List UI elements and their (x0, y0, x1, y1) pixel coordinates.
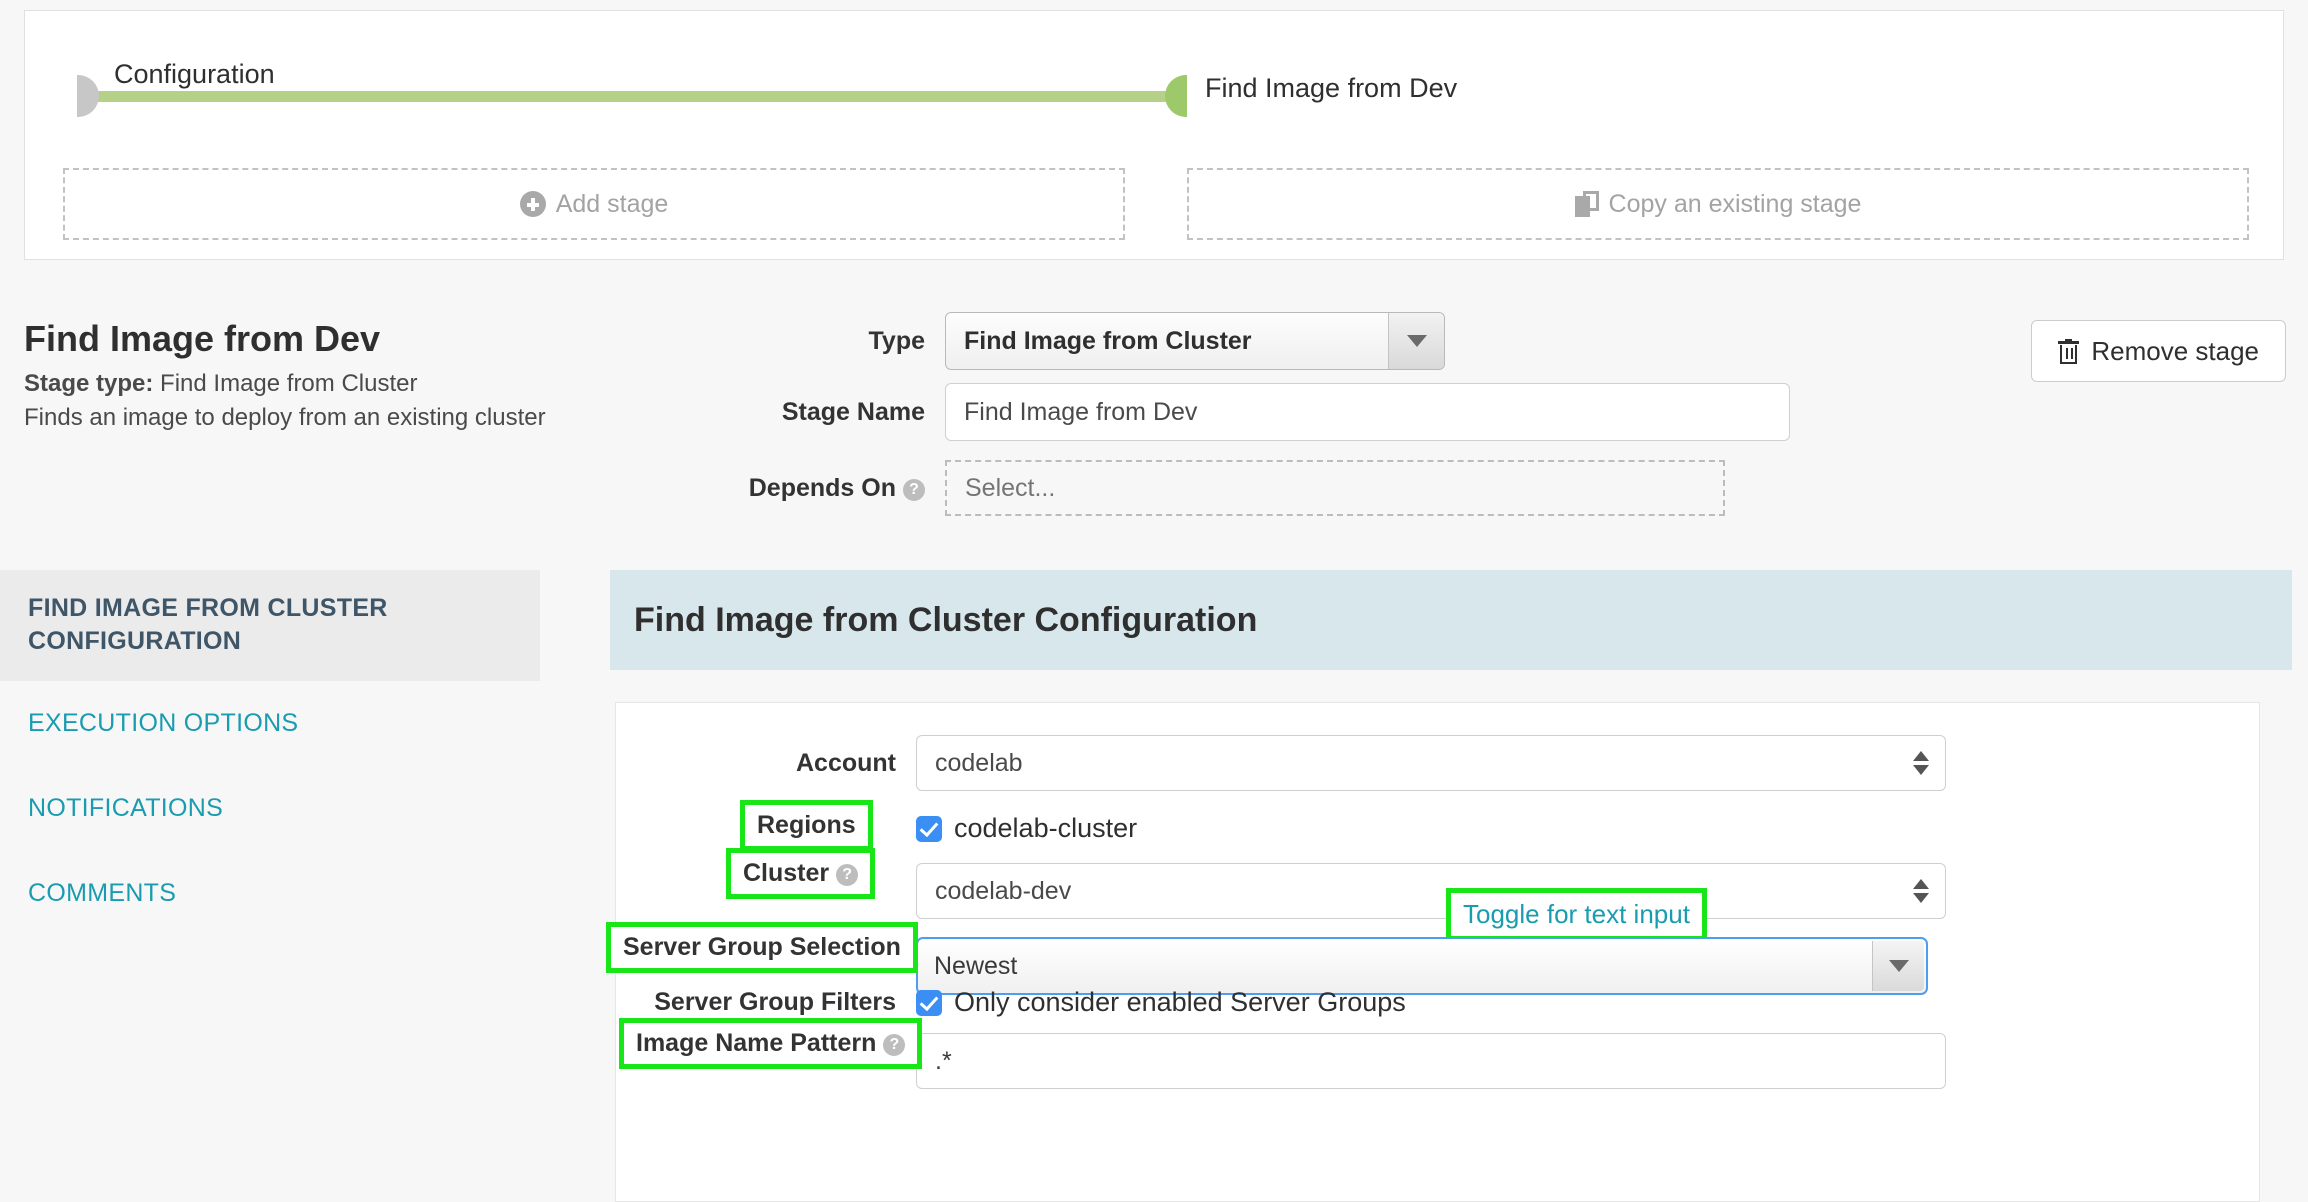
account-label: Account (796, 748, 896, 777)
image-name-pattern-input[interactable] (916, 1033, 1946, 1089)
image-name-pattern-label: Image Name Pattern (636, 1029, 877, 1057)
stage-connector-line (87, 91, 1177, 102)
pipeline-node-find-image-from-dev[interactable] (1165, 75, 1187, 117)
pipeline-node-configuration[interactable] (77, 75, 99, 117)
type-field-row: Type Find Image from Cluster (615, 312, 1445, 370)
add-stage-label: Add stage (555, 189, 669, 218)
stage-actions: Add stage Copy an existing stage (63, 168, 2249, 240)
sidebar-item-label: NOTIFICATIONS (28, 793, 224, 822)
copy-existing-stage-button[interactable]: Copy an existing stage (1187, 168, 2249, 240)
chevron-down-icon[interactable] (1388, 313, 1444, 369)
pipeline-graph-card: Configuration Find Image from Dev Add st… (24, 10, 2284, 260)
depends-on-label: Depends On? (615, 474, 945, 503)
stage-type-line: Stage type: Find Image from Cluster (24, 370, 417, 398)
cluster-label-highlight: Cluster? (726, 848, 876, 899)
config-panel-header: Find Image from Cluster Configuration (610, 570, 2292, 670)
stage-header: Find Image from Dev Stage type: Find Ima… (0, 270, 2308, 560)
remove-stage-label: Remove stage (2091, 335, 2259, 366)
stage-name-field-row: Stage Name (615, 383, 1790, 441)
spinner-arrows-icon[interactable] (1913, 751, 1929, 775)
account-field-row: Account codelab (616, 735, 1946, 791)
type-label: Type (868, 326, 926, 355)
spinner-arrows-icon[interactable] (1913, 879, 1929, 903)
regions-field-row: x codelab-cluster (616, 813, 1137, 844)
help-circle-icon[interactable]: ? (903, 478, 925, 501)
find-image-from-cluster-config-panel: Find Image from Cluster Configuration Ac… (606, 570, 2292, 1202)
regions-checkbox-label: codelab-cluster (954, 813, 1138, 843)
stage-config-sidebar: FIND IMAGE FROM CLUSTER CONFIGURATION EX… (0, 570, 540, 1202)
page-title: Find Image from Dev (24, 318, 381, 359)
pipeline-node-stage-label: Find Image from Dev (1205, 73, 1458, 103)
help-circle-icon[interactable]: ? (883, 1034, 906, 1056)
regions-checkbox[interactable] (916, 815, 942, 842)
stage-name-input[interactable] (945, 383, 1790, 441)
stage-name-label: Stage Name (781, 397, 925, 426)
depends-on-input[interactable] (945, 460, 1725, 516)
stage-graph: Configuration Find Image from Dev (25, 11, 2283, 151)
regions-label-highlight: Regions (740, 800, 873, 851)
cluster-label: Cluster (743, 859, 830, 887)
sidebar-item-label: FIND IMAGE FROM CLUSTER CONFIGURATION (28, 594, 388, 656)
type-select[interactable]: Find Image from Cluster (945, 312, 1445, 370)
toggle-for-text-input-link[interactable]: Toggle for text input (1463, 899, 1690, 929)
sidebar-item-execution-options[interactable]: EXECUTION OPTIONS (0, 681, 540, 766)
add-stage-button[interactable]: Add stage (63, 168, 1125, 240)
sidebar-item-find-image-from-cluster-configuration[interactable]: FIND IMAGE FROM CLUSTER CONFIGURATION (0, 570, 540, 681)
type-select-value: Find Image from Cluster (964, 326, 1252, 355)
stage-description: Finds an image to deploy from an existin… (24, 404, 546, 431)
image-name-pattern-label-highlight: Image Name Pattern? (619, 1018, 923, 1069)
copy-stage-label: Copy an existing stage (1608, 189, 1862, 218)
server-group-selection-label: Server Group Selection (623, 933, 901, 961)
server-group-filters-label: Server Group Filters (654, 988, 896, 1016)
server-group-selection-label-highlight: Server Group Selection (606, 922, 918, 973)
sidebar-item-comments[interactable]: COMMENTS (0, 851, 540, 936)
only-enabled-server-groups-checkbox[interactable] (916, 989, 942, 1016)
only-enabled-server-groups-label: Only consider enabled Server Groups (954, 987, 1406, 1017)
chevron-down-icon[interactable] (1872, 941, 1924, 991)
config-panel-body: Account codelab x codelab-cluster Region… (606, 702, 2260, 1202)
server-group-filters-field-row: Server Group Filters Only consider enabl… (616, 987, 1406, 1018)
sidebar-item-notifications[interactable]: NOTIFICATIONS (0, 766, 540, 851)
account-select[interactable]: codelab (916, 735, 1946, 791)
help-circle-icon[interactable]: ? (836, 864, 859, 886)
cluster-select-value: codelab-dev (935, 876, 1072, 905)
depends-on-field-row: Depends On? (615, 460, 1725, 516)
sidebar-item-label: COMMENTS (28, 878, 177, 907)
toggle-text-input-highlight: Toggle for text input (1446, 888, 1707, 941)
pipeline-node-configuration-label: Configuration (114, 59, 275, 89)
server-group-selection-value: Newest (934, 951, 1018, 980)
remove-stage-button[interactable]: Remove stage (2031, 320, 2286, 382)
stage-type-value: Find Image from Cluster (160, 370, 418, 397)
regions-label: Regions (757, 811, 856, 839)
stage-type-prefix: Stage type: (24, 370, 154, 397)
account-select-value: codelab (935, 748, 1023, 777)
plus-circle-icon (519, 191, 546, 217)
sidebar-item-label: EXECUTION OPTIONS (28, 708, 299, 737)
trash-icon (2058, 338, 2080, 364)
copy-icon (1574, 191, 1599, 217)
cluster-select[interactable]: codelab-dev (916, 863, 1946, 919)
